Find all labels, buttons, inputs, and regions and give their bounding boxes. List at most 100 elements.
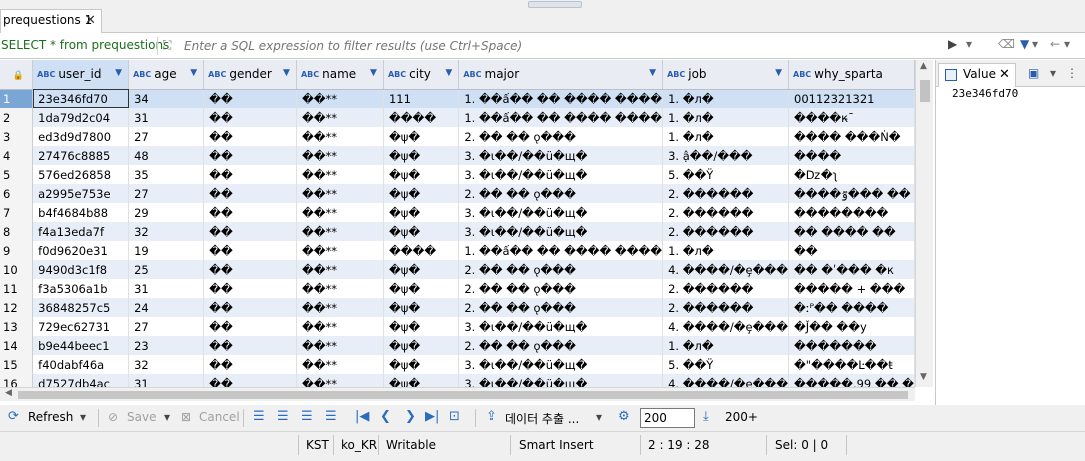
- cell-age[interactable]: 31: [128, 374, 205, 387]
- cell-job[interactable]: 1. �л�: [662, 127, 789, 146]
- sort-arrow-icon[interactable]: ▼: [775, 68, 782, 78]
- row-number[interactable]: 3: [0, 127, 34, 146]
- cell-age[interactable]: 29: [128, 203, 205, 222]
- table-row[interactable]: 1 23e346fd70 34 �� ��** 111 1. ��ấ�� �� ���� �…: [0, 89, 915, 108]
- filter-icon[interactable]: ▼: [1020, 37, 1029, 51]
- cell-gender[interactable]: ��: [203, 355, 297, 374]
- cell-major[interactable]: 1. ��ấ�� �� ���� ����: [458, 108, 664, 127]
- column-header-job[interactable]: ABC job ▼: [662, 60, 789, 90]
- scrollbar-thumb[interactable]: [18, 391, 908, 399]
- cell-city[interactable]: �ψ�: [383, 279, 460, 298]
- cell-user-id[interactable]: ed3d9d7800: [32, 127, 130, 146]
- cell-name[interactable]: ��**: [296, 336, 384, 355]
- cell-major[interactable]: 2. �� �� ǫ���: [458, 127, 664, 146]
- row-number[interactable]: 5: [0, 165, 34, 184]
- cell-age[interactable]: 31: [128, 279, 205, 298]
- table-row[interactable]: 4 27476c8885 48 �� ��** �ψ� 3. �ι��/��ü�щ� 3. ậ…: [0, 146, 915, 165]
- cell-city[interactable]: ����: [383, 108, 460, 127]
- last-page-icon[interactable]: ▶|: [425, 409, 439, 424]
- column-header-major[interactable]: ABC major ▼: [458, 60, 664, 90]
- cell-major[interactable]: 3. �ι��/��ü�щ�: [458, 317, 664, 336]
- row-number[interactable]: 10: [0, 260, 34, 279]
- cancel-button[interactable]: Cancel: [199, 410, 240, 424]
- row-number[interactable]: 14: [0, 336, 34, 355]
- table-row[interactable]: 7 b4f4684b88 29 �� ��** �ψ� 3. �ι��/��ü�щ� 2. �…: [0, 203, 915, 222]
- scrollbar-thumb[interactable]: [920, 80, 930, 102]
- cell-name[interactable]: ��**: [296, 146, 384, 165]
- filter-dropdown-icon[interactable]: ▾: [1032, 37, 1038, 51]
- cell-major[interactable]: 2. �� �� ǫ���: [458, 336, 664, 355]
- play-icon[interactable]: ▶: [948, 37, 957, 51]
- cell-gender[interactable]: ��: [203, 127, 297, 146]
- cell-user-id[interactable]: 9490d3c1f8: [32, 260, 130, 279]
- cell-age[interactable]: 35: [128, 165, 205, 184]
- cell-age[interactable]: 27: [128, 127, 205, 146]
- column-header-gender[interactable]: ABC gender ▼: [203, 60, 297, 90]
- cell-job[interactable]: 2. ������: [662, 279, 789, 298]
- save-dropdown-icon[interactable]: ▾: [164, 410, 170, 424]
- cell-gender[interactable]: ��: [203, 279, 297, 298]
- scroll-up-icon[interactable]: ▲: [920, 61, 927, 71]
- cell-major[interactable]: 2. �� �� ǫ���: [458, 298, 664, 317]
- cell-job[interactable]: 1. �л�: [662, 336, 789, 355]
- cell-job[interactable]: 2. ������: [662, 298, 789, 317]
- cell-user-id[interactable]: 27476c8885: [32, 146, 130, 165]
- cell-city[interactable]: �ψ�: [383, 203, 460, 222]
- cell-gender[interactable]: ��: [203, 317, 297, 336]
- cell-job[interactable]: 5. ��Ÿ: [662, 165, 789, 184]
- cell-city[interactable]: �ψ�: [383, 165, 460, 184]
- tab-prequestions[interactable]: prequestions 1 ✕: [0, 9, 102, 33]
- cell-name[interactable]: ��**: [296, 89, 384, 108]
- cell-why-sparta[interactable]: ���� ���Ṅ�: [788, 127, 915, 146]
- row-number[interactable]: 7: [0, 203, 34, 222]
- vertical-scrollbar[interactable]: ▲ ▼: [915, 60, 933, 387]
- table-row[interactable]: 8 f4a13eda7f 32 �� ��** �ψ� 3. �ι��/��ü�щ� 2. �…: [0, 222, 915, 241]
- row-number[interactable]: 2: [0, 108, 34, 127]
- refresh-button[interactable]: Refresh: [28, 410, 73, 424]
- delete-row-icon[interactable]: ☰: [325, 409, 337, 424]
- cell-age[interactable]: 34: [128, 89, 205, 108]
- cell-gender[interactable]: ��: [203, 260, 297, 279]
- refresh-icon[interactable]: ⟳: [8, 409, 19, 424]
- cell-age[interactable]: 27: [128, 184, 205, 203]
- filter-input[interactable]: [184, 38, 934, 54]
- cell-city[interactable]: �ψ�: [383, 127, 460, 146]
- cell-gender[interactable]: ��: [203, 336, 297, 355]
- more-icon[interactable]: ⋮: [1066, 66, 1078, 80]
- row-number[interactable]: 9: [0, 241, 34, 260]
- cell-gender[interactable]: ��: [203, 203, 297, 222]
- cell-user-id[interactable]: f4a13eda7f: [32, 222, 130, 241]
- cell-major[interactable]: 2. �� �� ǫ���: [458, 279, 664, 298]
- cell-user-id[interactable]: 576ed26858: [32, 165, 130, 184]
- cell-major[interactable]: 3. �ι��/��ü�щ�: [458, 165, 664, 184]
- cell-why-sparta[interactable]: ����к̵¯: [788, 108, 915, 127]
- cell-city[interactable]: �ψ�: [383, 317, 460, 336]
- table-row[interactable]: 3 ed3d9d7800 27 �� ��** �ψ� 2. �� �� ǫ��� 1. �л…: [0, 127, 915, 146]
- close-icon[interactable]: ✕: [999, 67, 1010, 82]
- cell-why-sparta[interactable]: ��: [788, 241, 915, 260]
- cell-name[interactable]: ��**: [296, 260, 384, 279]
- cell-user-id[interactable]: a2995e753e: [32, 184, 130, 203]
- cell-name[interactable]: ��**: [296, 127, 384, 146]
- eraser-icon[interactable]: ⌫: [998, 37, 1015, 51]
- cell-city[interactable]: ����: [383, 241, 460, 260]
- cell-job[interactable]: 2. ������: [662, 184, 789, 203]
- sql-query-label[interactable]: SELECT * from prequestions: [1, 38, 169, 52]
- cell-job[interactable]: 2. ������: [662, 222, 789, 241]
- copy-row-icon[interactable]: ☰: [301, 409, 313, 424]
- export-data-button[interactable]: 데이터 추출 ...: [505, 410, 579, 427]
- cell-job[interactable]: 4. ����/�ȩ���: [662, 374, 789, 387]
- cell-user-id[interactable]: f0d9620e31: [32, 241, 130, 260]
- cell-city[interactable]: �ψ�: [383, 355, 460, 374]
- cell-city[interactable]: �ψ�: [383, 298, 460, 317]
- table-row[interactable]: 14 b9e44beec1 23 �� ��** �ψ� 2. �� �� ǫ��� 1. �…: [0, 336, 915, 355]
- cell-why-sparta[interactable]: �J̌�� ��y: [788, 317, 915, 336]
- row-number[interactable]: 11: [0, 279, 34, 298]
- row-number[interactable]: 4: [0, 146, 34, 165]
- dropdown-icon[interactable]: ▾: [1050, 66, 1056, 80]
- edit-row-icon[interactable]: ☰: [253, 409, 265, 424]
- table-row[interactable]: 15 f40dabf46a 32 �� ��** �ψ� 3. �ι��/��ü�щ� 5. …: [0, 355, 915, 374]
- cell-gender[interactable]: ��: [203, 298, 297, 317]
- add-row-icon[interactable]: ☰: [277, 409, 289, 424]
- sort-arrow-icon[interactable]: ▼: [370, 68, 377, 78]
